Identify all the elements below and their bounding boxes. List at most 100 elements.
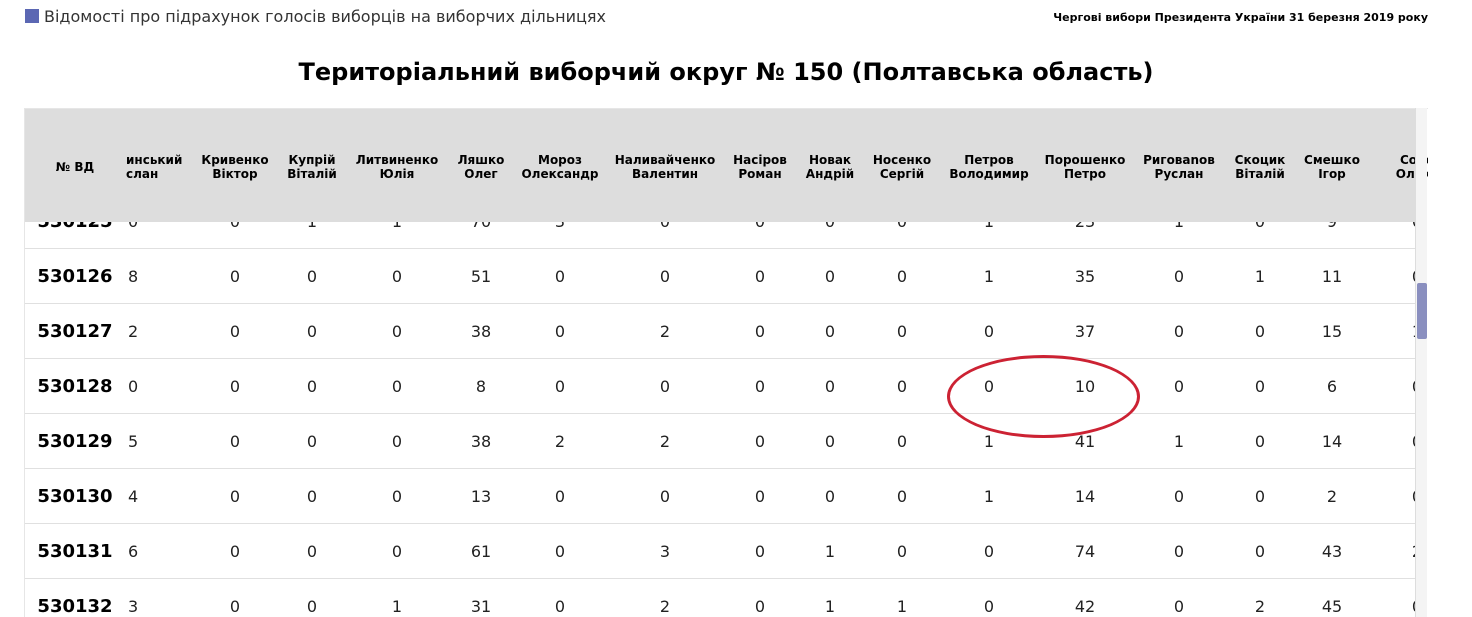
vote-count-cell: 0: [1173, 377, 1185, 396]
vote-count-cell: 2: [659, 597, 671, 616]
vote-count-cell: 0: [229, 432, 241, 451]
column-header-line2: Олег: [464, 167, 498, 181]
vote-count-cell: 0: [1173, 267, 1185, 286]
vote-count-cell: 0: [896, 377, 908, 396]
column-header-line2: Володимир: [949, 167, 1029, 181]
column-header: Носенко Сергій: [867, 153, 937, 181]
vote-count-cell: 0: [391, 432, 403, 451]
vote-count-cell: 0: [659, 377, 671, 396]
vote-count-cell: 1: [983, 432, 995, 451]
vertical-scrollbar[interactable]: [1415, 108, 1427, 617]
station-id: 530131: [37, 541, 113, 562]
vote-count-cell: 23: [1040, 222, 1130, 249]
vote-count-cell: 0: [306, 487, 318, 506]
vote-count-cell: 0: [306, 377, 318, 396]
column-header: Новак Андрій: [800, 153, 860, 181]
vote-count-cell: 0: [1173, 597, 1185, 616]
vote-count-cell: 0: [306, 267, 318, 286]
column-header: Кривенко Віктор: [195, 153, 275, 181]
column-header-line2: Петро: [1064, 167, 1106, 181]
column-header-line2: Юлія: [379, 167, 415, 181]
vote-count-cell: 0: [800, 222, 860, 249]
vote-count-cell: 0: [824, 432, 836, 451]
vote-count-cell: 1: [824, 597, 836, 616]
vote-count-cell: 0: [659, 267, 671, 286]
vote-count-cell: 35: [1074, 267, 1096, 286]
vote-count-cell: 1: [983, 487, 995, 506]
vote-count-cell: 0: [229, 322, 241, 341]
vote-count-cell: 0: [1173, 542, 1185, 561]
column-header: Скоцик Віталій: [1225, 153, 1295, 181]
column-header: инський слан: [126, 153, 186, 181]
column-header-line2: Олександр: [521, 167, 599, 181]
vote-count-cell: 0: [229, 597, 241, 616]
vote-count-cell: 0: [896, 267, 908, 286]
vote-count-cell: 0: [725, 222, 795, 249]
vote-count-cell: 0: [1387, 222, 1416, 249]
vote-count-cell: 0: [1254, 322, 1266, 341]
vote-count-cell: 0: [1254, 432, 1266, 451]
vote-count-cell: 0: [306, 597, 318, 616]
column-header-line2: Валентин: [631, 167, 699, 181]
vote-count-cell: 0: [229, 487, 241, 506]
vote-count-cell: 2: [554, 432, 566, 451]
table-row: 530129 5 0 0 0 38 2 2 0 0 0 1 41 1 0 14 0: [25, 414, 1416, 469]
vote-count-cell: 0: [896, 322, 908, 341]
column-header-line1: Купрій: [288, 153, 336, 167]
vote-count-cell: 0: [391, 267, 403, 286]
vote-count-cell: 0: [824, 487, 836, 506]
vote-count-cell: 1: [1134, 222, 1224, 249]
column-header-line1: Кривенко: [201, 153, 269, 167]
vote-count-cell: 0: [1225, 222, 1295, 249]
vote-count-cell: 0: [306, 322, 318, 341]
vote-count-cell: 1: [391, 597, 403, 616]
table-header: № ВД инський слан Кривенко Віктор Купрій Віта…: [25, 109, 1428, 222]
column-header-line1: Носенко: [872, 153, 932, 167]
vote-count-cell: 0: [128, 222, 188, 249]
table-row: 5301268000510000013501110: [25, 249, 1416, 304]
vote-count-cell: 41: [1074, 432, 1096, 451]
station-id: 530132: [37, 596, 113, 617]
vote-count-cell: 0: [659, 487, 671, 506]
vote-count-cell: 2: [1326, 487, 1338, 506]
vote-count-cell: 0: [754, 487, 766, 506]
vote-count-cell: 4: [128, 487, 139, 506]
vote-count-cell: 43: [1321, 542, 1343, 561]
vote-count-cell: 2: [659, 432, 671, 451]
vote-count-cell: 9: [1297, 222, 1367, 249]
vote-count-cell: 0: [754, 322, 766, 341]
vote-count-cell: 11: [1321, 267, 1343, 286]
vote-count-cell: 0: [754, 542, 766, 561]
column-header-line1: Риговanов: [1143, 153, 1215, 167]
vote-count-cell: 0: [824, 377, 836, 396]
vote-count-cell: 0: [896, 487, 908, 506]
vote-count-cell: 0: [1254, 377, 1266, 396]
vote-count-cell: 0: [824, 322, 836, 341]
vote-count-cell: 0: [754, 267, 766, 286]
vote-count-cell: 0: [554, 597, 566, 616]
scrollbar-thumb[interactable]: [1417, 283, 1427, 339]
vote-count-cell: 70: [451, 222, 511, 249]
vote-count-cell: 0: [391, 377, 403, 396]
column-header-line1: Мороз: [538, 153, 582, 167]
vote-count-cell: 6: [1326, 377, 1338, 396]
table-row: 530131 6 0 0 0 61 0 3 0 1 0 0 74 0 0 43 2: [25, 524, 1416, 579]
column-header-line1: Наливайченко: [614, 153, 716, 167]
results-table[interactable]: № ВД инський слан Кривенко Віктор Купрій Віта…: [24, 108, 1428, 617]
column-header-line1: Насіров: [733, 153, 787, 167]
vote-count-cell: 0: [824, 267, 836, 286]
table-body: 5301250011703000012310905301268000510000…: [25, 222, 1416, 617]
vote-count-cell: 1: [1387, 304, 1416, 359]
vote-count-cell: 15: [1321, 322, 1343, 341]
vote-count-cell: 0: [306, 432, 318, 451]
vote-count-cell: 10: [1074, 377, 1096, 396]
vote-count-cell: 3: [659, 542, 671, 561]
vote-count-cell: 0: [754, 377, 766, 396]
vote-count-cell: 0: [867, 222, 937, 249]
vote-count-cell: 0: [128, 377, 139, 396]
vote-count-cell: 37: [1074, 322, 1096, 341]
column-header-line1: Скоцик: [1234, 153, 1286, 167]
vote-count-cell: 0: [983, 542, 995, 561]
column-header-line1: Ляшко: [457, 153, 505, 167]
vote-count-cell: 0: [1387, 469, 1416, 524]
